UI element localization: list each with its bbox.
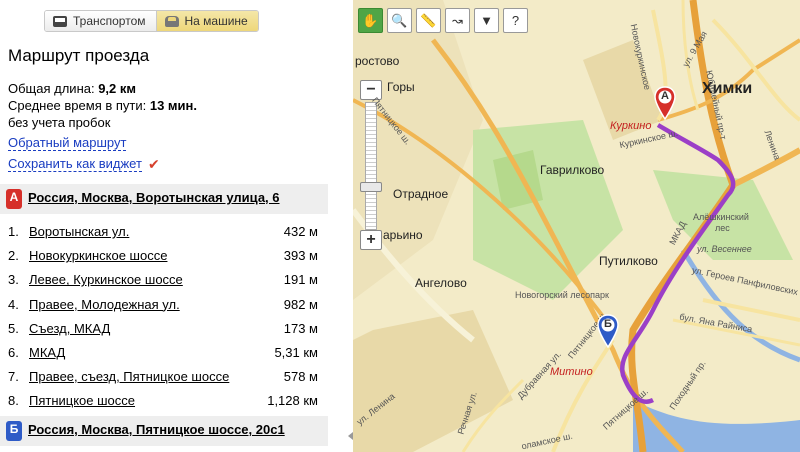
route-summary: Общая длина: 9,2 км Среднее время в пути… — [8, 80, 197, 131]
map-label-arino: арьино — [383, 228, 423, 242]
save-widget-link[interactable]: Сохранить как виджет — [8, 157, 142, 172]
zoom-tool-button[interactable]: 🔍 — [387, 8, 412, 33]
step-distance: 173 м — [283, 320, 318, 336]
car-mode-label: На машине — [184, 14, 248, 28]
step-street-link[interactable]: Новокуркинское шоссе — [29, 248, 167, 263]
length-value: 9,2 км — [98, 81, 137, 96]
map-pin-b-label: Б — [604, 318, 612, 330]
map-label-kurkino: Куркино — [610, 120, 652, 132]
end-marker-icon: Б — [6, 421, 22, 441]
step-distance: 432 м — [283, 224, 318, 239]
step-number: 2. — [8, 248, 19, 264]
route-step-row: 5. Съезд, МКАД 173 м — [0, 317, 328, 341]
route-steps-list: 1. Воротынская ул. 432 м 2. Новокуркинское ш… — [0, 220, 328, 414]
start-marker-icon: А — [6, 189, 22, 209]
collapse-arrow-icon[interactable] — [344, 432, 353, 440]
map-toolbar: ✋ 🔍 📏 ↝ ▼ ? — [358, 8, 528, 33]
step-street-link[interactable]: Пятницкое шоссе — [29, 393, 135, 408]
route-start-marker[interactable]: А — [654, 86, 676, 121]
step-number: 3. — [8, 272, 19, 288]
step-distance: 5,31 км — [274, 344, 318, 360]
route-step-row: 4. Правее, Молодежная ул. 982 м — [0, 293, 328, 317]
step-street-link[interactable]: Воротынская ул. — [29, 224, 129, 239]
map-label-gory: Горы — [387, 80, 415, 94]
start-address-row: А Россия, Москва, Воротынская улица, 6 — [0, 184, 328, 214]
map-label-otradnoe: Отрадное — [393, 187, 449, 201]
map-label-aleshkinsky: Алёшкинский — [693, 212, 749, 222]
route-step-row: 2. Новокуркинское шоссе 393 м — [0, 244, 328, 268]
step-street-link[interactable]: Левее, Куркинское шоссе — [29, 272, 183, 287]
step-street-link[interactable]: Съезд, МКАД — [29, 321, 110, 336]
step-number: 7. — [8, 369, 19, 385]
map-canvas — [353, 0, 800, 452]
route-panel: Транспортом На машине Маршрут проезда Об… — [0, 0, 343, 452]
checkmark-icon: ✔ — [148, 156, 160, 172]
step-street-link[interactable]: МКАД — [29, 345, 65, 360]
route-step-row: 6. МКАД 5,31 км — [0, 341, 328, 365]
layers-tool-button[interactable]: ▼ — [474, 8, 499, 33]
car-mode-button[interactable]: На машине — [155, 11, 258, 31]
route-step-row: 3. Левее, Куркинское шоссе 191 м — [0, 268, 328, 292]
map-label-mitino: Митино — [550, 366, 593, 378]
page-title: Маршрут проезда — [8, 46, 150, 65]
step-distance: 982 м — [283, 296, 318, 312]
start-address-link[interactable]: Россия, Москва, Воротынская улица, 6 — [28, 190, 280, 205]
car-icon — [164, 15, 179, 27]
route-step-row: 7. Правее, съезд, Пятницкое шоссе 578 м — [0, 365, 328, 389]
map-label-angelovo: Ангелово — [415, 276, 467, 290]
map-label-gavrilkovo: Гаврилково — [540, 163, 605, 177]
step-distance: 1,128 км — [267, 393, 318, 409]
map-label-les: лес — [715, 223, 730, 233]
info-tool-button[interactable]: ? — [503, 8, 528, 33]
map-label-putilkovo: Путилково — [599, 254, 658, 268]
map-pin-a-label: А — [661, 90, 669, 102]
reverse-route-link[interactable]: Обратный маршрут — [8, 136, 127, 151]
zoom-slider-handle[interactable] — [360, 182, 382, 192]
step-number: 5. — [8, 320, 19, 336]
traffic-note: без учета пробок — [8, 115, 111, 130]
route-step-row: 1. Воротынская ул. 432 м — [0, 220, 328, 244]
end-address-link[interactable]: Россия, Москва, Пятницкое шоссе, 20с1 — [28, 422, 285, 437]
route-step-row: 8. Пятницкое шоссе 1,128 км — [0, 389, 328, 413]
step-distance: 393 м — [283, 248, 318, 264]
step-number: 6. — [8, 344, 19, 360]
route-tool-button[interactable]: ↝ — [445, 8, 470, 33]
step-street-link[interactable]: Правее, съезд, Пятницкое шоссе — [29, 369, 229, 384]
ruler-tool-button[interactable]: 📏 — [416, 8, 441, 33]
transit-mode-label: Транспортом — [73, 14, 146, 28]
map-label-vesennee: ул. Весеннее — [697, 244, 752, 254]
time-label: Среднее время в пути: — [8, 98, 150, 113]
step-street-link[interactable]: Правее, Молодежная ул. — [29, 297, 180, 312]
map-view[interactable]: ✋ 🔍 📏 ↝ ▼ ? − + Химки Куркино Куркинское… — [353, 0, 800, 452]
transit-mode-button[interactable]: Транспортом — [45, 11, 156, 31]
end-address-row: Б Россия, Москва, Пятницкое шоссе, 20с1 — [0, 416, 328, 446]
length-label: Общая длина: — [8, 81, 99, 96]
time-value: 13 мин. — [149, 98, 198, 113]
zoom-track[interactable] — [365, 102, 377, 230]
step-number: 1. — [8, 224, 19, 239]
map-label-lesopark: Новогорский лесопарк — [515, 290, 609, 300]
bus-icon — [53, 15, 67, 27]
step-number: 4. — [8, 296, 19, 312]
transport-mode-switcher: Транспортом На машине — [44, 10, 259, 32]
pan-tool-button[interactable]: ✋ — [358, 8, 383, 33]
step-number: 8. — [8, 393, 19, 409]
step-distance: 191 м — [283, 272, 318, 288]
step-distance: 578 м — [283, 369, 318, 385]
zoom-in-button[interactable]: + — [360, 230, 382, 250]
route-end-marker[interactable]: Б — [597, 314, 619, 349]
panel-divider[interactable] — [343, 0, 353, 452]
map-label-rostovo: ростово — [355, 54, 400, 68]
